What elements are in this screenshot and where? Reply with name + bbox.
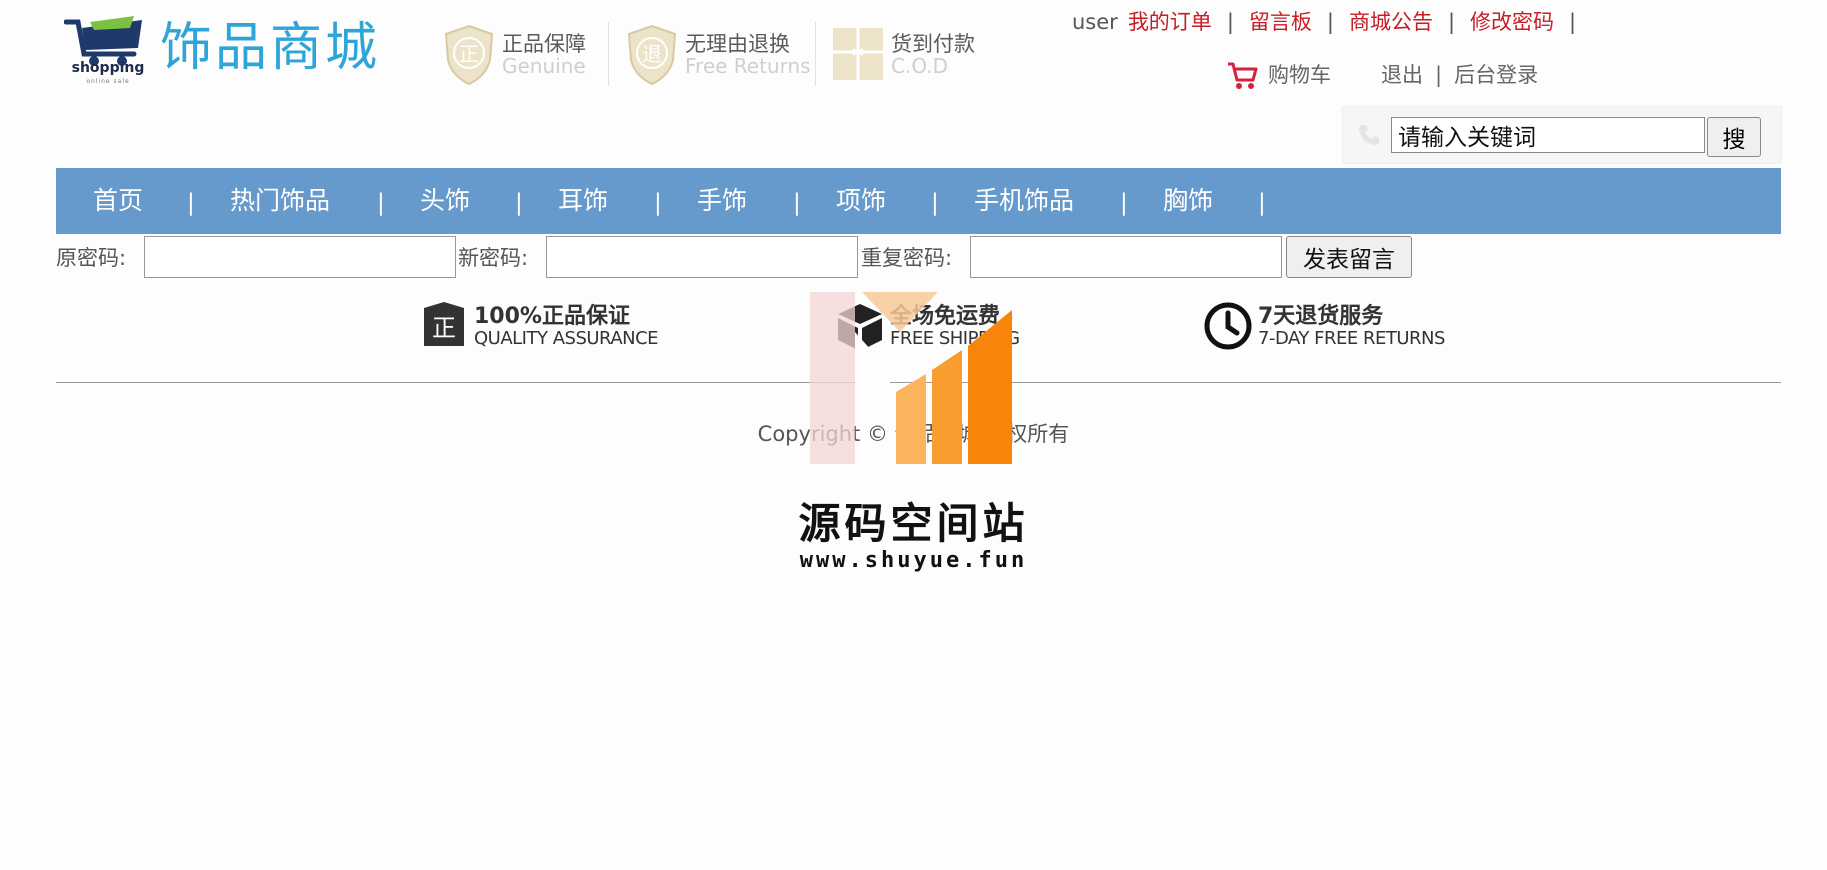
nav-separator: | [515, 190, 523, 216]
badge-divider [815, 22, 816, 86]
nav-phone-accessories[interactable]: 手机饰品 [974, 184, 1074, 218]
phone-icon [1359, 125, 1379, 145]
link-separator: | [1226, 10, 1234, 34]
watermark-url: www.shuyue.fun [799, 548, 1028, 573]
nav-separator: | [1120, 190, 1128, 216]
guarantee-returns-sub: 7-DAY FREE RETURNS [1258, 328, 1445, 349]
svg-text:正: 正 [432, 314, 456, 342]
link-separator: | [1326, 10, 1334, 34]
svg-text:✲: ✲ [851, 43, 864, 62]
nav-hand-accessories[interactable]: 手饰 [697, 184, 747, 218]
top-links: user 我的订单 | 留言板 | 商城公告 | 修改密码 | [1072, 8, 1591, 36]
returns-shield-icon: 退 [627, 24, 677, 86]
nav-necklaces[interactable]: 项饰 [836, 184, 886, 218]
badge-genuine-sub: Genuine [502, 54, 586, 78]
nav-hot-accessories[interactable]: 热门饰品 [230, 184, 330, 218]
new-password-input[interactable] [546, 236, 858, 278]
badge-cod-sub: C.O.D [891, 54, 949, 78]
nav-brooches[interactable]: 胸饰 [1163, 184, 1213, 218]
guarantee-returns-title: 7天退货服务 [1258, 304, 1384, 329]
search-bar: 搜 [1342, 106, 1782, 164]
cart-link[interactable]: 购物车 [1268, 63, 1331, 87]
nav-separator: | [1258, 190, 1266, 216]
genuine-shield-icon: 正 [444, 24, 494, 86]
nav-separator: | [793, 190, 801, 216]
badge-returns-sub: Free Returns [685, 54, 811, 78]
old-password-label: 原密码: [56, 246, 127, 270]
link-message-board[interactable]: 留言板 [1249, 10, 1312, 34]
nav-separator: | [187, 190, 195, 216]
nav-headwear[interactable]: 头饰 [420, 184, 470, 218]
guarantee-quality-sub: QUALITY ASSURANCE [474, 328, 659, 349]
cart-icon[interactable] [1226, 61, 1258, 91]
logo-subtext: online sale [86, 78, 130, 85]
clock-icon [1204, 302, 1252, 350]
guarantee-quality-title: 100%正品保证 [474, 304, 630, 329]
username: user [1072, 10, 1118, 34]
logout-link[interactable]: 退出 [1381, 63, 1423, 87]
logo-word: shopping [71, 60, 145, 76]
cart-row: 购物车 退出 | 后台登录 [1226, 60, 1538, 91]
main-nav: 首页 | 热门饰品 | 头饰 | 耳饰 | 手饰 | 项饰 | 手机饰品 | 胸… [56, 168, 1781, 234]
badge-divider [608, 22, 609, 86]
repeat-password-label: 重复密码: [861, 246, 953, 270]
repeat-password-input[interactable] [970, 236, 1282, 278]
nav-separator: | [654, 190, 662, 216]
submit-button[interactable]: 发表留言 [1286, 236, 1412, 278]
link-separator: | [1447, 10, 1456, 34]
link-my-orders[interactable]: 我的订单 [1128, 10, 1212, 34]
new-password-label: 新密码: [458, 246, 529, 270]
link-separator: | [1569, 10, 1577, 34]
site-title[interactable]: 饰品商城 [160, 18, 380, 78]
gift-box-icon: ✲ [833, 28, 883, 80]
old-password-input[interactable] [144, 236, 456, 278]
link-announcements[interactable]: 商城公告 [1349, 10, 1433, 34]
nav-earrings[interactable]: 耳饰 [558, 184, 608, 218]
shield-icon: 正 [424, 302, 464, 346]
search-button[interactable]: 搜 [1707, 117, 1761, 157]
link-change-password[interactable]: 修改密码 [1470, 10, 1554, 34]
svg-text:退: 退 [642, 42, 662, 66]
watermark-logo-icon [810, 292, 1012, 464]
search-input[interactable] [1391, 117, 1705, 153]
svg-text:正: 正 [459, 42, 479, 66]
nav-home[interactable]: 首页 [93, 184, 143, 218]
watermark-title: 源码空间站 [798, 499, 1029, 548]
nav-separator: | [931, 190, 939, 216]
link-separator: | [1435, 63, 1443, 87]
nav-separator: | [377, 190, 385, 216]
admin-login-link[interactable]: 后台登录 [1454, 63, 1538, 87]
